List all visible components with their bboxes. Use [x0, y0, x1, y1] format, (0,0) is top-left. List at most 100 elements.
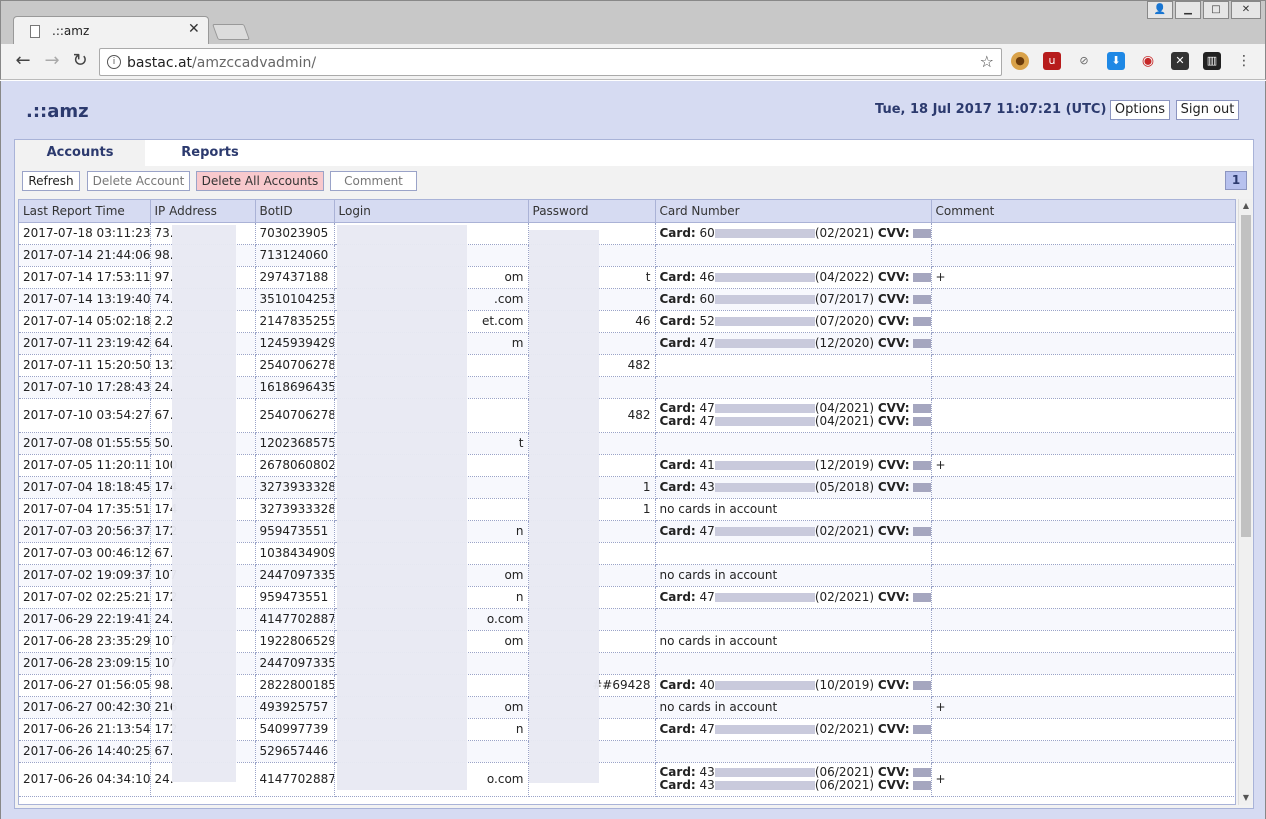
card-number-cell: no cards in account [655, 564, 932, 587]
masked-cvv [913, 781, 930, 790]
card-number-cell: Card: 43 (06/2021) CVV: Card: 43 (06/2021)… [655, 762, 932, 797]
comment-cell[interactable] [931, 222, 1235, 245]
star-icon[interactable]: ☆ [980, 52, 994, 71]
bot-id-cell: 529657446 [255, 740, 335, 763]
logo: .::amz [26, 101, 89, 122]
window-close-icon[interactable]: ✕ [1231, 1, 1261, 19]
block-extension-icon[interactable]: ⊘ [1075, 52, 1093, 70]
card-number-cell: no cards in account [655, 498, 932, 521]
card-entry: Card: 47 (02/2021) CVV: [660, 524, 930, 538]
card-entry: Card: 43 (06/2021) CVV: [660, 779, 930, 792]
page-number-button[interactable]: 1 [1225, 171, 1247, 190]
sign-out-button[interactable]: Sign out [1176, 100, 1239, 120]
comment-cell[interactable] [931, 354, 1235, 377]
masked-card-digits [714, 526, 815, 536]
card-entry: Card: 41 (12/2019) CVV: [660, 458, 930, 472]
comment-cell[interactable] [931, 740, 1235, 763]
back-icon[interactable]: ← [12, 50, 34, 72]
card-number-cell: Card: 47 (02/2021) CVV: [655, 520, 932, 543]
comment-cell[interactable]: + [931, 454, 1235, 477]
record-extension-icon[interactable]: ◉ [1139, 52, 1157, 70]
comment-cell[interactable] [931, 432, 1235, 455]
masked-card-digits [714, 592, 815, 602]
card-number-cell [655, 652, 932, 675]
report-time-cell: 2017-06-26 14:40:25 [19, 740, 151, 763]
reload-icon[interactable]: ↻ [69, 50, 91, 72]
comment-cell[interactable] [931, 674, 1235, 697]
new-tab-button[interactable] [212, 24, 250, 40]
card-number-cell [655, 608, 932, 631]
comment-cell[interactable] [931, 310, 1235, 333]
masked-card-digits [714, 316, 815, 326]
column-header[interactable]: Last Report Time [19, 200, 151, 223]
scroll-up-icon[interactable]: ▲ [1239, 199, 1253, 213]
column-header[interactable]: BotID [255, 200, 335, 223]
x-extension-icon[interactable]: ✕ [1171, 52, 1189, 70]
download-extension-icon[interactable]: ⬇ [1107, 52, 1125, 70]
scrollbar-thumb[interactable] [1241, 215, 1251, 537]
comment-cell[interactable] [931, 332, 1235, 355]
vertical-scrollbar[interactable]: ▲ ▼ [1238, 199, 1252, 805]
column-header[interactable]: Login [334, 200, 529, 223]
comment-cell[interactable] [931, 608, 1235, 631]
report-time-cell: 2017-07-02 19:09:37 [19, 564, 151, 587]
comment-cell[interactable] [931, 498, 1235, 521]
close-icon[interactable]: ✕ [188, 21, 200, 37]
comment-cell[interactable] [931, 288, 1235, 311]
masked-cvv [913, 680, 930, 690]
window-controls: 👤 ▁ □ ✕ [1147, 1, 1261, 19]
comment-cell[interactable] [931, 718, 1235, 741]
forward-icon[interactable]: → [41, 50, 63, 72]
card-number-cell [655, 740, 932, 763]
bot-id-cell: 3273933328 [255, 476, 335, 499]
report-time-cell: 2017-06-28 23:09:15 [19, 652, 151, 675]
comment-cell[interactable] [931, 476, 1235, 499]
column-header[interactable]: Password [528, 200, 656, 223]
ublock-extension-icon[interactable]: u [1043, 52, 1061, 70]
options-button[interactable]: Options [1110, 100, 1170, 120]
comment-cell[interactable] [931, 376, 1235, 399]
comment-cell[interactable] [931, 630, 1235, 653]
menu-icon[interactable]: ⋮ [1235, 52, 1253, 70]
minimize-icon[interactable]: ▁ [1175, 1, 1201, 19]
bot-id-cell: 2540706278 [255, 398, 335, 433]
comment-cell[interactable]: + [931, 266, 1235, 289]
report-time-cell: 2017-07-14 13:19:40 [19, 288, 151, 311]
comment-cell[interactable] [931, 542, 1235, 565]
delete-account-button[interactable]: Delete Account [87, 171, 190, 191]
comment-cell[interactable] [931, 652, 1235, 675]
scroll-down-icon[interactable]: ▼ [1239, 791, 1253, 805]
delete-all-accounts-button[interactable]: Delete All Accounts [196, 171, 324, 191]
bot-id-cell: 1922806529 [255, 630, 335, 653]
column-header[interactable]: IP Address [150, 200, 256, 223]
browser-tab[interactable]: .::amz ✕ [13, 16, 209, 45]
masked-card-digits [714, 294, 815, 304]
maximize-icon[interactable]: □ [1203, 1, 1229, 19]
report-time-cell: 2017-06-27 01:56:05 [19, 674, 151, 697]
info-icon[interactable]: i [107, 55, 121, 69]
profile-icon[interactable]: 👤 [1147, 1, 1173, 19]
tab-reports[interactable]: Reports [145, 140, 275, 166]
comment-cell[interactable] [931, 520, 1235, 543]
comment-cell[interactable]: + [931, 696, 1235, 719]
cookie-extension-icon[interactable]: ● [1011, 52, 1029, 70]
refresh-button[interactable]: Refresh [22, 171, 80, 191]
comment-cell[interactable] [931, 244, 1235, 267]
card-entry: Card: 60 (07/2017) CVV: [660, 292, 930, 306]
masked-cvv [913, 228, 930, 238]
masked-card-digits [714, 228, 815, 238]
comment-cell[interactable] [931, 586, 1235, 609]
column-header[interactable]: Comment [931, 200, 1235, 223]
bot-id-cell: 3510104253 [255, 288, 335, 311]
card-entry: Card: 60 (02/2021) CVV: [660, 226, 930, 240]
address-bar[interactable]: i bastac.at/amzccadvadmin/ ☆ [99, 48, 1002, 76]
column-header[interactable]: Card Number [655, 200, 932, 223]
tab-accounts[interactable]: Accounts [15, 140, 145, 166]
comment-cell[interactable] [931, 398, 1235, 433]
archive-extension-icon[interactable]: ▥ [1203, 52, 1221, 70]
bot-id-cell: 959473551 [255, 586, 335, 609]
report-time-cell: 2017-06-26 04:34:10 [19, 762, 151, 797]
comment-cell[interactable] [931, 564, 1235, 587]
comment-cell[interactable]: + [931, 762, 1235, 797]
comment-button[interactable]: Comment [330, 171, 417, 191]
